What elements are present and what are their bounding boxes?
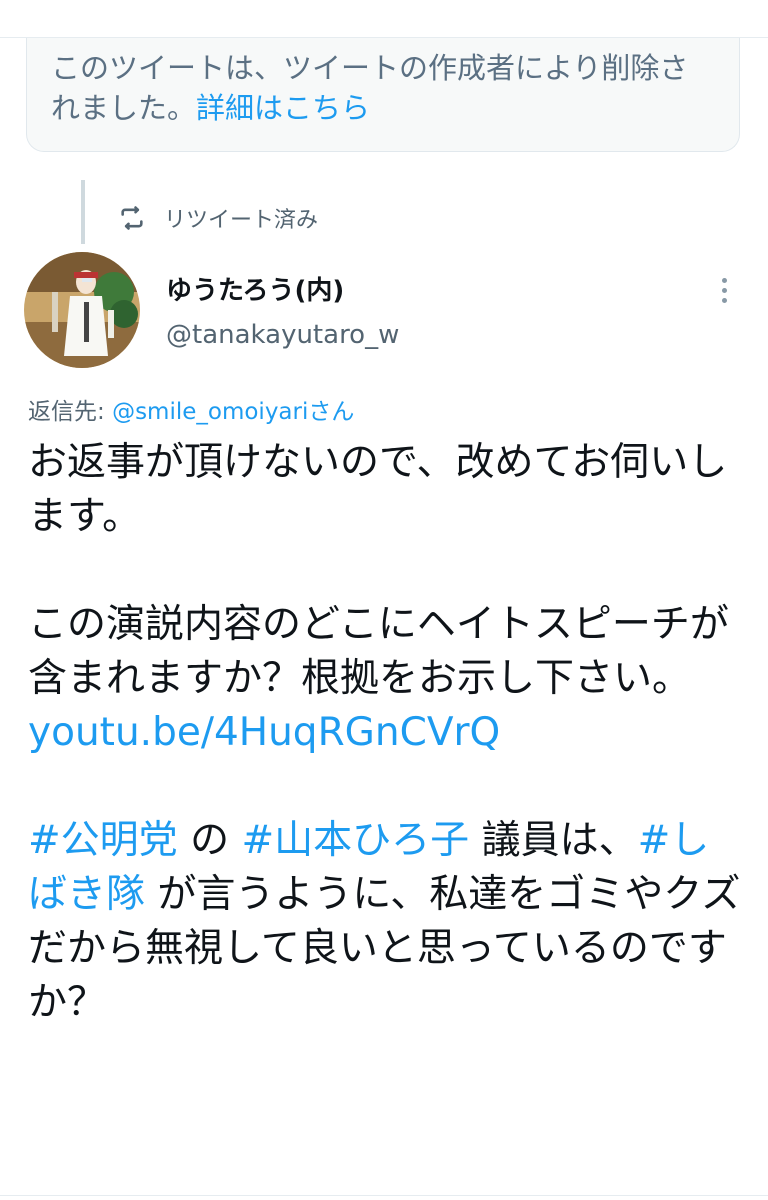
thread-connector <box>81 180 85 244</box>
hashtag-yamamoto[interactable]: #山本ひろ子 <box>241 818 469 863</box>
retweet-icon <box>121 206 143 230</box>
reply-suffix: さん <box>308 399 355 425</box>
reply-prefix: 返信先: <box>28 399 113 425</box>
more-vertical-icon[interactable] <box>710 272 738 308</box>
tweet-paragraph-3: #公明党 の #山本ひろ子 議員は、#しばき隊 が言うように、私達をゴミやクズだ… <box>28 814 748 1030</box>
learn-more-link[interactable]: 詳細はこちら <box>196 91 370 125</box>
hashtag-komeito[interactable]: #公明党 <box>28 818 178 863</box>
tweet-paragraph-2: この演説内容のどこにヘイトスピーチが含まれますか？根拠をお示し下さい。 <box>28 602 729 701</box>
tweet-text-segment-1: の <box>177 818 242 863</box>
reply-to-line: 返信先: @smile_omoiyariさん <box>28 392 354 426</box>
tweet-text-segment-2: 議員は、 <box>469 818 638 863</box>
deleted-tweet-notice: このツイートは、ツイートの作成者により削除されました。詳細はこちら <box>26 38 740 152</box>
author-display-name[interactable]: ゆうたろう(内) <box>166 270 344 307</box>
tweet-paragraph-1: お返事が頂けないので、改めてお伺いします。 <box>28 440 728 539</box>
youtube-link[interactable]: youtu.be/4HuqRGnCVrQ <box>28 710 500 755</box>
avatar[interactable] <box>24 252 140 368</box>
retweet-label: リツイート済み <box>164 208 319 233</box>
retweet-indicator: リツイート済み <box>118 200 318 236</box>
tweet-text: お返事が頂けないので、改めてお伺いします。 この演説内容のどこにヘイトスピーチが… <box>28 436 748 1030</box>
author-handle[interactable]: @tanakayutaro_w <box>166 320 399 350</box>
reply-mention-link[interactable]: @smile_omoiyari <box>112 399 308 425</box>
bottom-divider <box>0 1195 768 1196</box>
